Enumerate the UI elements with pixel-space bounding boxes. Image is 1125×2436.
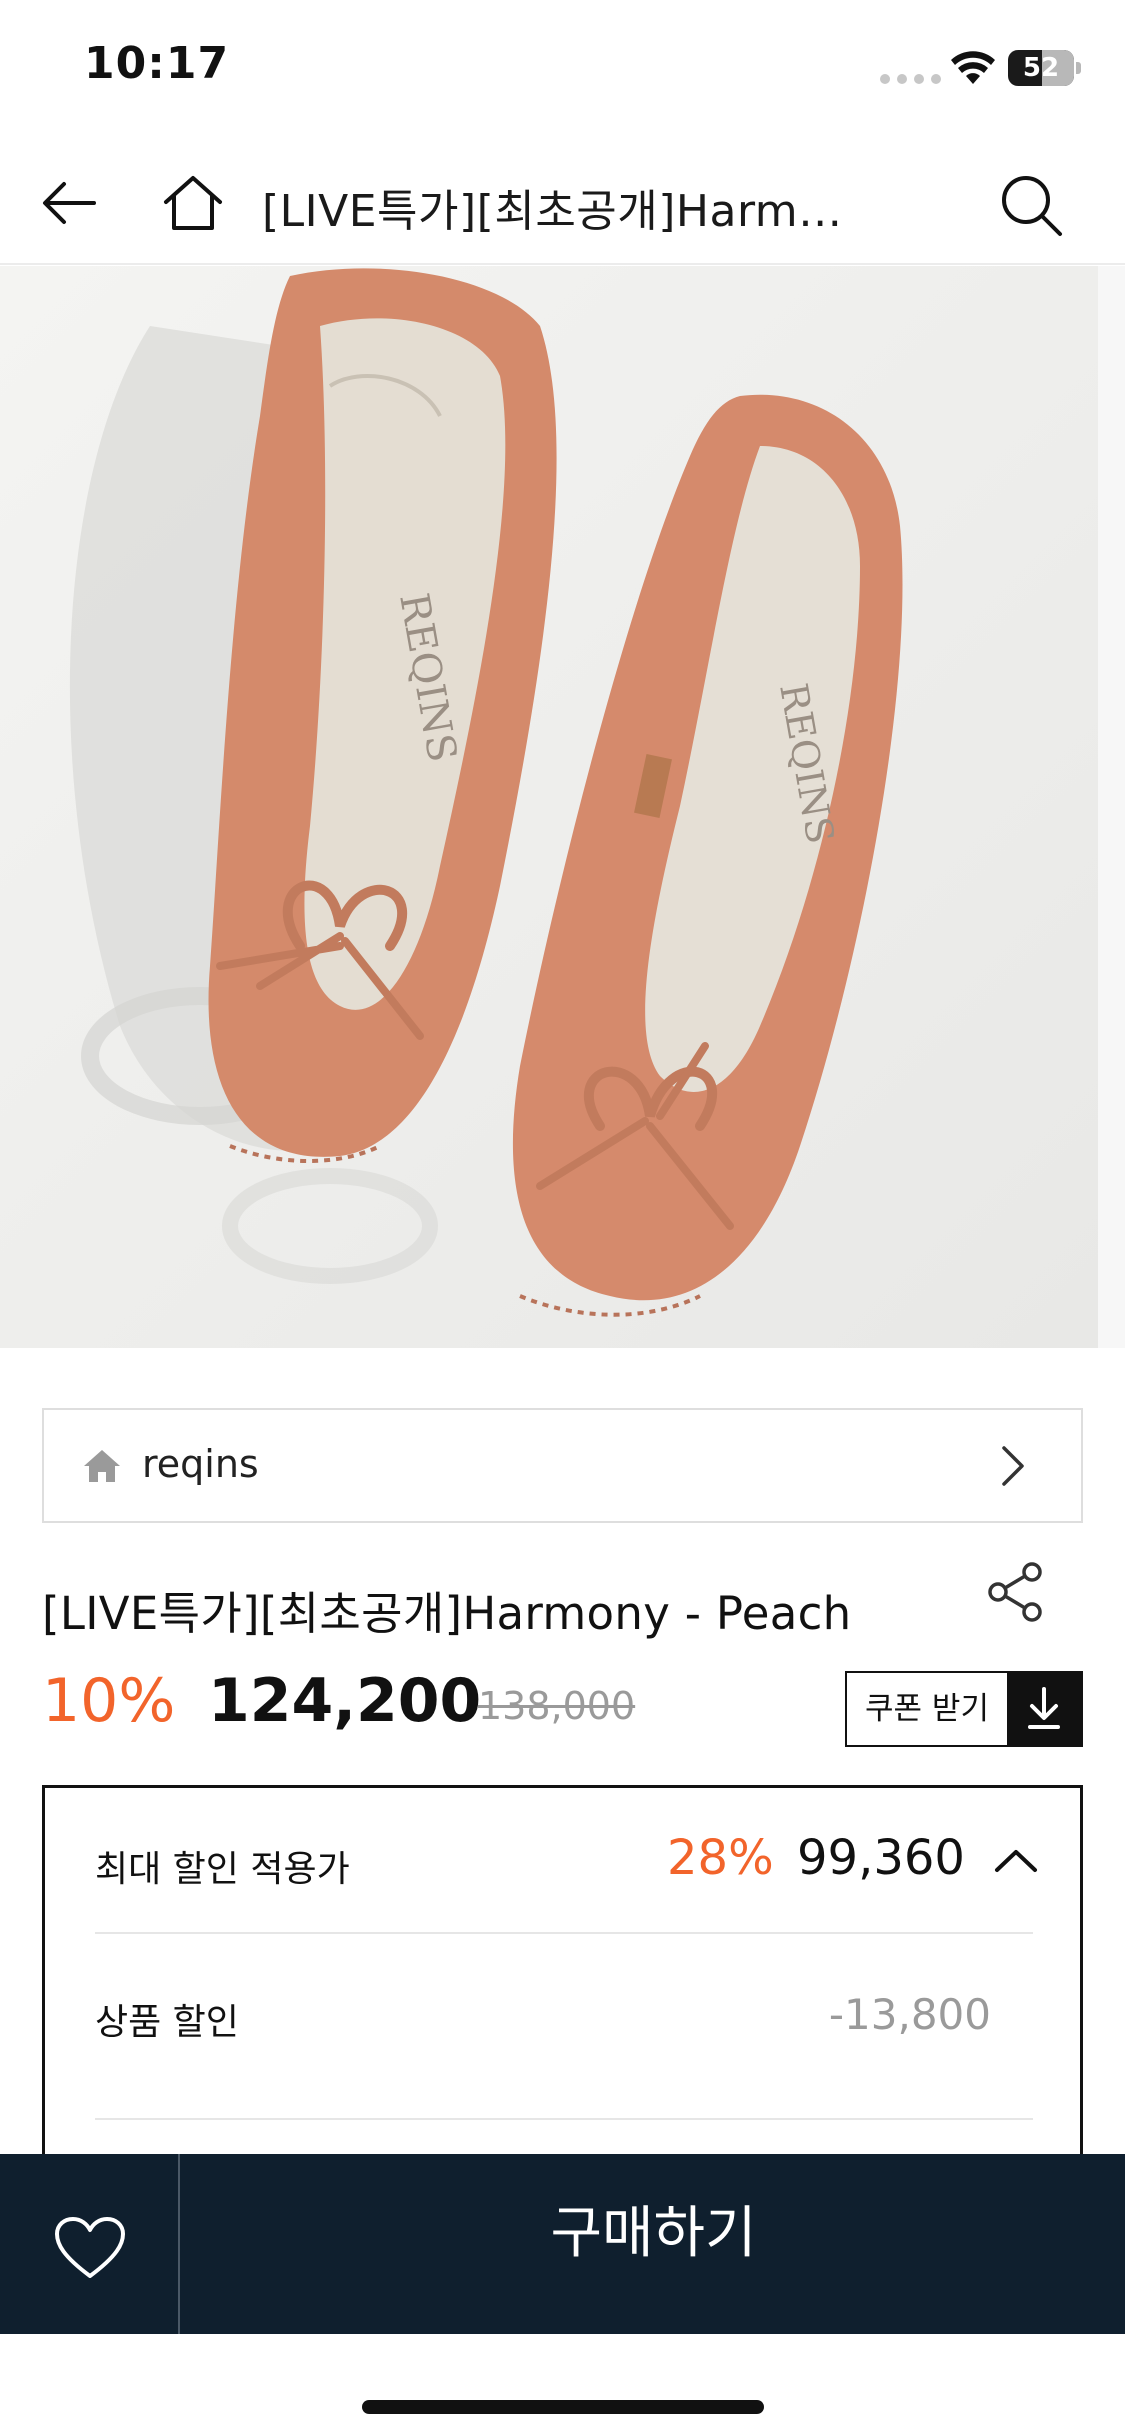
image-carousel-edge — [1098, 266, 1125, 1348]
status-bar: 10:17 52 — [0, 0, 1125, 140]
discount-rate: 10% — [42, 1666, 176, 1736]
brand-name: reqins — [142, 1442, 259, 1486]
status-time: 10:17 — [84, 38, 230, 89]
back-arrow-icon[interactable] — [36, 170, 102, 236]
original-price: 138,000 — [478, 1684, 636, 1728]
share-icon[interactable] — [984, 1560, 1048, 1624]
buy-button-label: 구매하기 — [550, 2201, 757, 2266]
chevron-right-icon — [1002, 1446, 1024, 1486]
wishlist-button[interactable] — [0, 2154, 180, 2334]
download-icon — [1007, 1673, 1081, 1745]
product-discount-label: 상품 할인 — [95, 2002, 239, 2043]
product-discount-value: -13,800 — [828, 1990, 991, 2039]
sale-price: 124,200 — [208, 1666, 482, 1736]
heart-icon — [55, 2217, 125, 2278]
battery-level: 52 — [1022, 53, 1060, 83]
divider — [95, 1932, 1033, 1934]
max-discount-rate: 28% — [667, 1830, 774, 1886]
cellular-signal-icon — [880, 74, 941, 84]
search-icon[interactable] — [996, 170, 1066, 240]
max-discount-label: 최대 할인 적용가 — [95, 1849, 350, 1890]
battery-icon: 52 — [1008, 50, 1081, 86]
shoes-illustration: REQINS REQINS — [0, 266, 1098, 1348]
bottom-action-bar: 구매하기 — [0, 2154, 1125, 2334]
max-discount-price: 99,360 — [797, 1830, 965, 1886]
product-image[interactable]: REQINS REQINS — [0, 266, 1098, 1348]
buy-button[interactable]: 구매하기 — [182, 2154, 1125, 2334]
page-title: [LIVE특가][최초공개]Harm… — [262, 186, 843, 237]
coupon-label: 쿠폰 받기 — [865, 1691, 989, 1727]
home-indicator-area — [0, 2334, 1125, 2436]
wifi-icon — [951, 51, 995, 84]
home-indicator[interactable] — [362, 2400, 764, 2414]
chevron-up-icon[interactable] — [991, 1840, 1041, 1880]
top-navigation-bar: [LIVE특가][최초공개]Harm… — [0, 140, 1125, 265]
home-icon[interactable] — [160, 170, 226, 236]
brand-shop-link[interactable]: reqins — [42, 1408, 1083, 1523]
product-title: [LIVE특가][최초공개]Harmony - Peach — [42, 1587, 852, 1640]
divider — [95, 2118, 1033, 2120]
shop-home-icon — [84, 1450, 120, 1482]
coupon-download-button[interactable]: 쿠폰 받기 — [845, 1671, 1083, 1747]
